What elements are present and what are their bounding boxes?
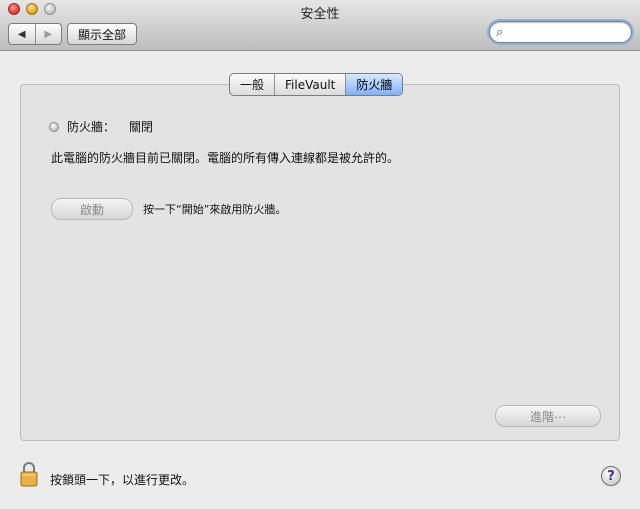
advanced-label: 進階⋯ (529, 409, 566, 424)
system-preferences-window: 安全性 ◀ ▶ 顯示全部 ⌕ 一般 FileVault 防火牆 防火牆： 關閉 … (0, 0, 640, 509)
show-all-button[interactable]: 顯示全部 (67, 23, 138, 45)
search-input[interactable] (510, 24, 629, 42)
firewall-status-row: 防火牆： 關閉 (49, 118, 153, 135)
start-firewall-label: 啟動 (79, 202, 104, 217)
lock-message: 按鎖頭一下，以進行更改。 (50, 472, 195, 487)
toolbar: 安全性 ◀ ▶ 顯示全部 ⌕ (0, 0, 640, 51)
tab-bar: 一般 FileVault 防火牆 (229, 73, 404, 96)
lock-icon[interactable] (18, 460, 40, 488)
window-title: 安全性 (300, 7, 340, 22)
firewall-panel: 防火牆： 關閉 此電腦的防火牆目前已關閉。電腦的所有傳入連線都是被允許的。 啟動… (20, 84, 620, 441)
back-arrow-icon: ◀ (17, 28, 26, 40)
tab-filevault[interactable]: FileVault (274, 74, 345, 95)
lock-row: 按鎖頭一下，以進行更改。 (18, 460, 194, 488)
tab-filevault-label: FileVault (285, 77, 336, 92)
status-indicator-icon (49, 121, 59, 132)
start-row: 啟動 按一下“開始”來啟用防火牆。 (51, 198, 286, 220)
tab-general-label: 一般 (240, 78, 265, 92)
help-button[interactable]: ? (601, 466, 621, 486)
start-hint-text: 按一下“開始”來啟用防火牆。 (143, 203, 287, 216)
tab-firewall[interactable]: 防火牆 (345, 74, 403, 95)
tab-general[interactable]: 一般 (230, 74, 274, 95)
search-field[interactable]: ⌕ (489, 21, 632, 43)
tab-firewall-label: 防火牆 (356, 78, 393, 92)
firewall-description: 此電腦的防火牆目前已關閉。電腦的所有傳入連線都是被允許的。 (51, 151, 400, 165)
back-button[interactable]: ◀ (9, 24, 35, 44)
advanced-button[interactable]: 進階⋯ (495, 405, 601, 427)
forward-arrow-icon: ▶ (44, 28, 53, 40)
help-icon: ? (607, 468, 615, 484)
start-firewall-button[interactable]: 啟動 (51, 198, 133, 220)
firewall-status-label: 防火牆： (67, 120, 116, 134)
show-all-label: 顯示全部 (78, 27, 127, 42)
forward-button[interactable]: ▶ (34, 24, 62, 44)
search-icon: ⌕ (496, 25, 504, 40)
back-forward-control: ◀ ▶ (8, 23, 62, 45)
firewall-status-value: 關閉 (129, 120, 154, 134)
